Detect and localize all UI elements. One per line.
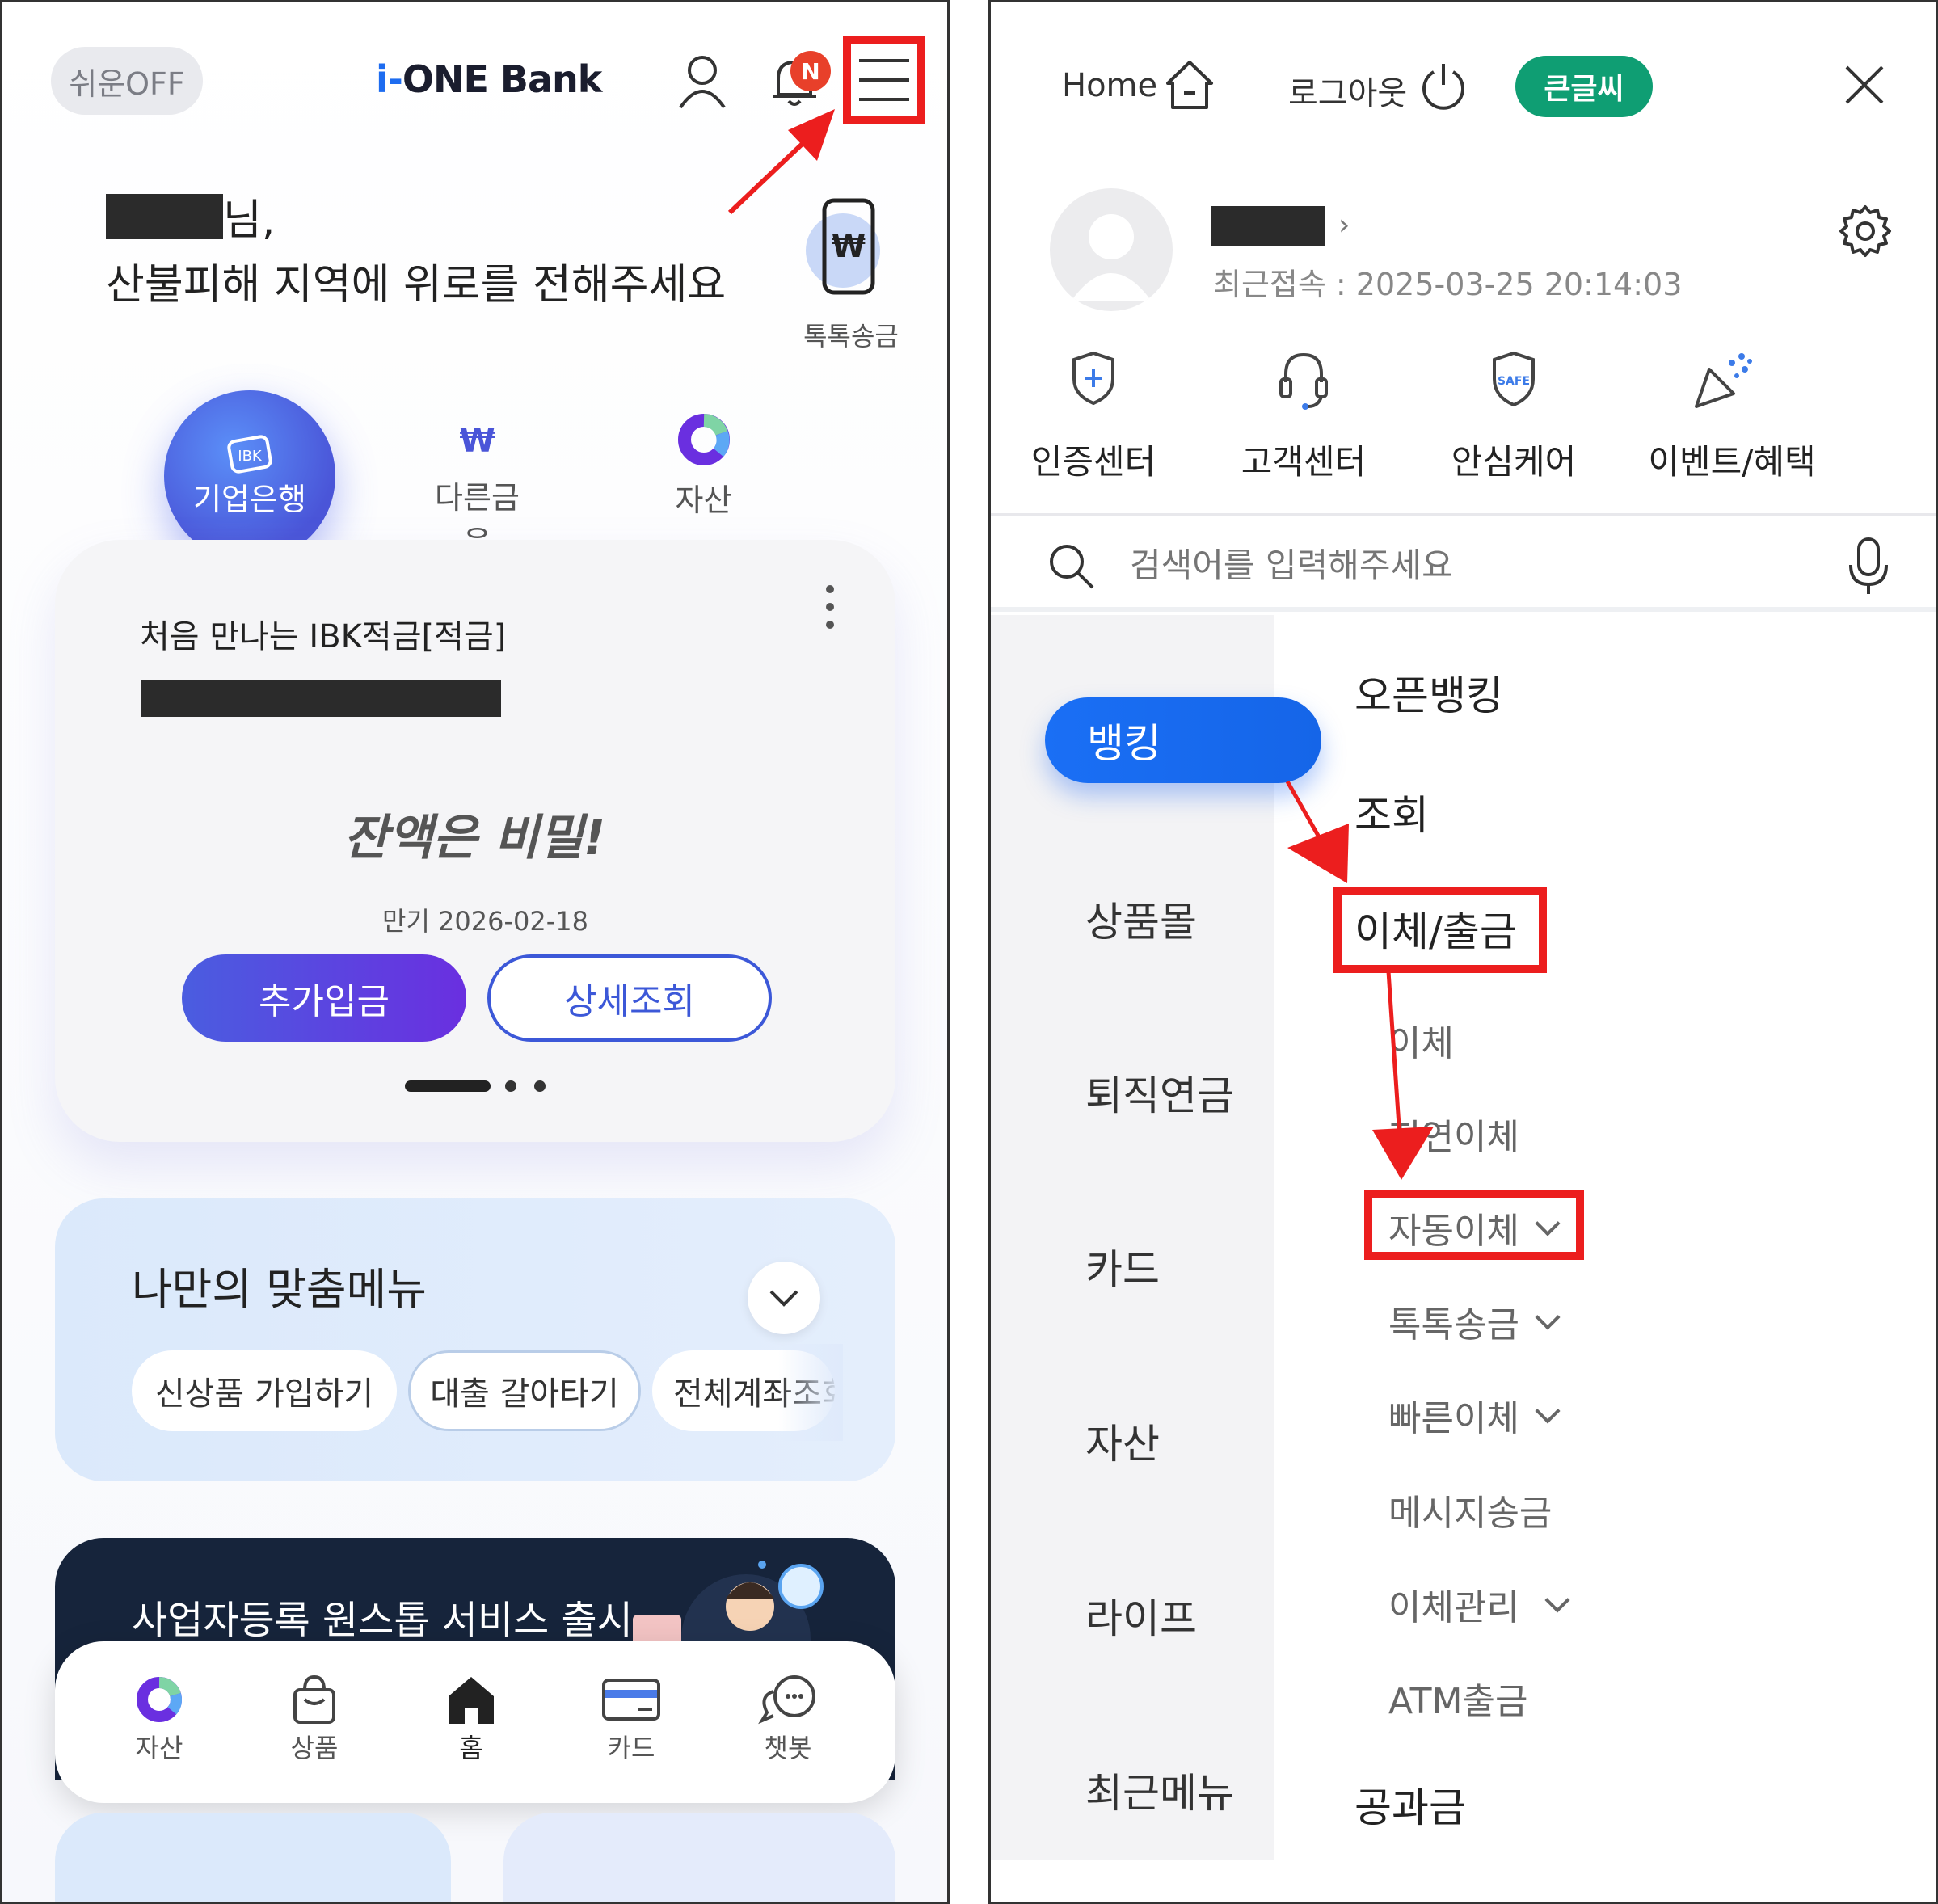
nav-home-icon[interactable] (415, 1671, 528, 1728)
nav-assets-icon[interactable] (103, 1671, 216, 1728)
power-icon[interactable] (1419, 61, 1468, 111)
won-icon: ₩ (459, 423, 495, 460)
avatar (1050, 188, 1173, 311)
category-card[interactable]: 카드 (1085, 1237, 1160, 1295)
tab-ibk[interactable]: IBK 기업은행 (164, 390, 335, 562)
redacted-name (106, 194, 223, 239)
logout-link[interactable]: 로그아웃 (1288, 67, 1407, 114)
svg-text:IBK: IBK (238, 448, 263, 465)
toktok-label: 톡톡송금 (803, 321, 899, 352)
close-icon[interactable] (1843, 64, 1885, 106)
auto-transfer-highlight-box (1364, 1190, 1584, 1260)
bottom-card[interactable] (503, 1813, 895, 1902)
submenu-atm-withdraw[interactable]: ATM출금 (1388, 1672, 1527, 1724)
custom-menu-title: 나만의 맞춤메뉴 (132, 1264, 427, 1315)
bottom-card[interactable] (55, 1813, 451, 1902)
submenu-transfer-manage[interactable]: 이체관리 (1388, 1578, 1570, 1630)
search-icon[interactable] (1047, 542, 1096, 591)
svg-text:₩: ₩ (832, 229, 866, 264)
chevron-down-icon (1544, 1587, 1570, 1613)
nav-home-label: 홈 (459, 1733, 483, 1763)
category-recent[interactable]: 최근메뉴 (1085, 1761, 1234, 1819)
carousel-dot[interactable] (534, 1080, 546, 1092)
category-banking[interactable]: 뱅킹 (1045, 697, 1321, 783)
custom-menu-section (55, 1198, 895, 1481)
profile-chevron-icon[interactable]: › (1338, 209, 1350, 242)
carousel-dot-active[interactable] (405, 1080, 491, 1092)
banner-illustration-icon (633, 1561, 824, 1647)
nav-shopping-bag-icon[interactable] (258, 1671, 371, 1728)
last-access: 최근접속 : 2025-03-25 20:14:03 (1213, 267, 1683, 302)
greeting: 님, 산불피해 지역에 위로를 전해주세요 (106, 188, 726, 318)
home-link[interactable]: Home (1062, 67, 1157, 104)
right-screen-menu: Home 로그아웃 큰글씨 › 최근접속 : 2025-03-25 20:14:… (988, 0, 1938, 1904)
chevron-down-icon (1535, 1304, 1561, 1330)
chevron-down-icon (1535, 1398, 1561, 1424)
event-benefit-label[interactable]: 이벤트/혜택 (1635, 435, 1829, 484)
nav-chatbot-label: 챗봇 (764, 1733, 812, 1763)
safe-care-label[interactable]: 안심케어 (1425, 435, 1603, 484)
redacted-username (1211, 206, 1325, 246)
nav-card-label: 카드 (607, 1733, 655, 1763)
big-font-toggle[interactable]: 큰글씨 (1515, 56, 1653, 117)
submenu-utility[interactable]: 공과금 (1354, 1776, 1466, 1834)
hamburger-menu-icon[interactable] (857, 57, 911, 106)
banner-text: 사업자등록 원스톱 서비스 출시 (132, 1598, 633, 1643)
app-logo: i-ONE Bank (376, 57, 602, 101)
phone-won-icon[interactable]: ₩ (798, 192, 895, 309)
microphone-icon[interactable] (1847, 536, 1890, 597)
transfer-highlight-box (1333, 887, 1547, 973)
carousel-dot[interactable] (505, 1080, 516, 1092)
submenu-open-banking[interactable]: 오픈뱅킹 (1354, 663, 1503, 722)
detail-view-button[interactable]: 상세조회 (487, 954, 772, 1042)
category-products[interactable]: 상품몰 (1085, 890, 1197, 948)
product-name: 처음 만나는 IBK적금[적금] (140, 618, 507, 655)
add-deposit-button[interactable]: 추가입금 (182, 954, 466, 1042)
expand-chevron-icon[interactable] (748, 1262, 820, 1334)
gear-icon[interactable] (1837, 203, 1894, 259)
tab-assets[interactable]: 자산 (657, 411, 750, 520)
auth-center-label[interactable]: 인증센터 (1005, 435, 1182, 484)
shield-plus-icon[interactable] (1005, 350, 1182, 415)
red-arrow-icon (1285, 780, 1349, 883)
balance-hidden-text: 잔액은 비밀! (343, 810, 606, 866)
nav-products-label: 상품 (290, 1733, 339, 1763)
submenu-message-transfer[interactable]: 메시지송금 (1388, 1484, 1552, 1535)
left-screen: 쉬운OFF i-ONE Bank N 님, 산불피해 지역에 위로를 전해주세요… (0, 0, 950, 1904)
chip-loan-switch[interactable]: 대출 갈아타기 (408, 1350, 641, 1431)
redacted-account-number (141, 680, 501, 717)
chip-new-product[interactable]: 신상품 가입하기 (132, 1350, 397, 1431)
party-popper-icon[interactable] (1635, 350, 1813, 415)
more-options-icon[interactable] (825, 584, 835, 633)
category-assets[interactable]: 자산 (1085, 1412, 1160, 1470)
safe-shield-icon[interactable]: SAFE (1425, 350, 1603, 415)
home-icon[interactable] (1165, 59, 1215, 111)
submenu-toktok[interactable]: 톡톡송금 (1388, 1295, 1561, 1347)
red-arrow-icon (1372, 971, 1434, 1180)
submenu-quick-transfer[interactable]: 빠른이체 (1388, 1389, 1561, 1441)
nav-card-icon[interactable] (575, 1671, 688, 1728)
category-pension[interactable]: 퇴직연금 (1085, 1064, 1234, 1122)
maturity-date: 만기 2026-02-18 (382, 906, 589, 937)
notification-badge: N (790, 51, 831, 91)
nav-assets-label: 자산 (135, 1733, 183, 1763)
nav-chatbot-icon[interactable] (731, 1671, 845, 1728)
ibk-logo-icon: IBK (227, 434, 272, 474)
search-input[interactable] (1128, 536, 1697, 594)
headset-icon[interactable] (1215, 350, 1392, 415)
category-life[interactable]: 라이프 (1085, 1586, 1197, 1645)
customer-center-label[interactable]: 고객센터 (1215, 435, 1392, 484)
donut-chart-icon (677, 414, 730, 465)
svg-text:SAFE: SAFE (1498, 375, 1530, 388)
user-icon[interactable] (677, 53, 727, 112)
chip-fade (778, 1344, 843, 1441)
easy-mode-toggle[interactable]: 쉬운OFF (51, 47, 203, 115)
